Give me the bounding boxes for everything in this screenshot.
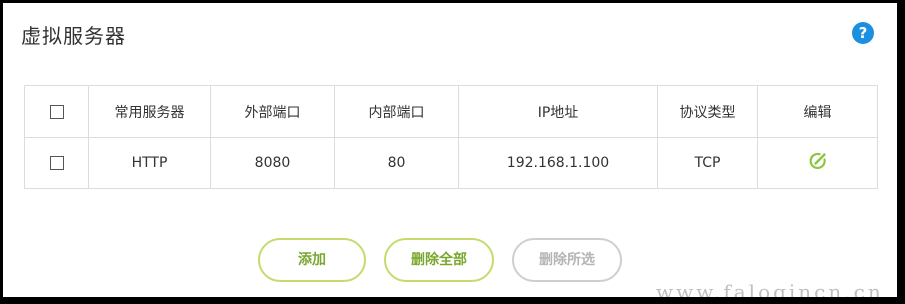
header-server: 常用服务器 xyxy=(88,85,211,138)
delete-selected-button[interactable]: 删除所选 xyxy=(512,238,622,282)
cell-protocol: TCP xyxy=(657,137,758,189)
virtual-server-panel: 虚拟服务器 ? 常用服务器 外部端口 内部端口 IP地址 协议类型 编辑 HTT… xyxy=(3,3,897,297)
header-internal-port: 内部端口 xyxy=(334,85,459,138)
header-edit: 编辑 xyxy=(757,85,878,138)
table-header-row: 常用服务器 外部端口 内部端口 IP地址 协议类型 编辑 xyxy=(24,85,878,138)
watermark: www.falogincn.cn xyxy=(656,280,884,297)
delete-all-button[interactable]: 删除全部 xyxy=(384,238,494,282)
page-title: 虚拟服务器 xyxy=(21,24,126,48)
header-ip-address: IP地址 xyxy=(458,85,658,138)
add-button[interactable]: 添加 xyxy=(258,238,366,282)
cell-ip-address: 192.168.1.100 xyxy=(458,137,658,189)
select-all-checkbox[interactable] xyxy=(49,104,64,119)
row-checkbox[interactable] xyxy=(49,156,64,170)
row-select-cell xyxy=(24,137,89,189)
header-protocol: 协议类型 xyxy=(657,85,758,138)
edit-icon[interactable] xyxy=(808,151,828,175)
help-icon[interactable]: ? xyxy=(852,22,874,44)
cell-server: HTTP xyxy=(88,137,211,189)
select-all-cell xyxy=(24,85,89,138)
cell-external-port: 8080 xyxy=(210,137,335,189)
cell-edit xyxy=(757,137,878,189)
header-external-port: 外部端口 xyxy=(210,85,335,138)
table-row: HTTP 8080 80 192.168.1.100 TCP xyxy=(24,137,878,189)
virtual-server-table: 常用服务器 外部端口 内部端口 IP地址 协议类型 编辑 HTTP 8080 8… xyxy=(24,85,878,189)
cell-internal-port: 80 xyxy=(334,137,459,189)
